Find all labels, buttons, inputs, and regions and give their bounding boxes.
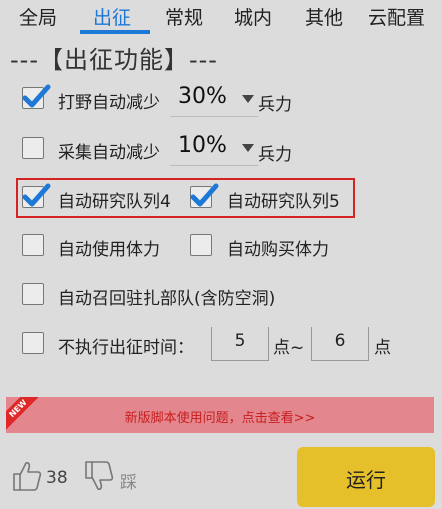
buy-stamina-checkbox[interactable]: [190, 234, 212, 256]
recall-troops-checkbox[interactable]: [22, 283, 44, 305]
tab-march[interactable]: 出征: [93, 3, 131, 30]
checkmark-icon: [22, 84, 51, 108]
dislike-label: 踩: [120, 473, 137, 493]
hour-range-separator: 点~: [273, 338, 305, 358]
field-reduce-unit: 兵力: [258, 95, 292, 115]
banner-text: 新版脚本使用问题，点击查看>>: [124, 411, 316, 426]
march-start-hour-input[interactable]: 5: [211, 327, 269, 361]
checkmark-icon: [22, 183, 51, 207]
tab-city[interactable]: 城内: [234, 3, 272, 30]
buy-stamina-label: 自动购买体力: [227, 240, 329, 260]
thumbs-down-icon[interactable]: [84, 460, 114, 492]
no-march-time-checkbox[interactable]: [22, 332, 44, 354]
tab-bar: 全局 出征 常规 城内 其他 云配置: [0, 0, 442, 34]
like-count: 38: [46, 468, 68, 488]
gather-reduce-value: 10%: [178, 133, 227, 158]
gather-reduce-checkbox[interactable]: [22, 137, 44, 159]
research-queue-4-label: 自动研究队列4: [58, 192, 171, 212]
notice-banner[interactable]: NEW 新版脚本使用问题，点击查看>>: [6, 397, 434, 433]
section-title: ---【出征功能】---: [10, 46, 218, 74]
use-stamina-label: 自动使用体力: [58, 240, 160, 260]
gather-reduce-label: 采集自动减少: [58, 143, 160, 163]
checkmark-icon: [190, 183, 219, 207]
run-button[interactable]: 运行: [297, 447, 435, 507]
tab-regular[interactable]: 常规: [165, 3, 203, 30]
dropdown-caret-icon: [242, 95, 254, 103]
march-start-hour-value: 5: [234, 331, 246, 351]
hour-unit-label: 点: [374, 338, 391, 358]
use-stamina-checkbox[interactable]: [22, 234, 44, 256]
research-queue-5-checkbox[interactable]: [190, 183, 219, 208]
research-queue-5-label: 自动研究队列5: [227, 192, 340, 212]
dropdown-caret-icon: [242, 144, 254, 152]
active-tab-indicator: [80, 30, 150, 34]
recall-troops-label: 自动召回驻扎部队(含防空洞): [58, 289, 276, 309]
field-reduce-checkbox[interactable]: [22, 84, 51, 109]
run-button-label: 运行: [346, 468, 386, 492]
field-reduce-label: 打野自动减少: [58, 93, 160, 113]
gather-reduce-unit: 兵力: [258, 145, 292, 165]
no-march-time-label: 不执行出征时间：: [58, 338, 194, 358]
tab-other[interactable]: 其他: [305, 3, 343, 30]
march-end-hour-value: 6: [334, 331, 346, 351]
gather-reduce-select[interactable]: 10%: [170, 131, 258, 166]
field-reduce-select[interactable]: 30%: [170, 82, 258, 117]
thumbs-up-icon[interactable]: [12, 460, 42, 492]
research-queue-4-checkbox[interactable]: [22, 183, 51, 208]
field-reduce-value: 30%: [178, 84, 227, 109]
march-end-hour-input[interactable]: 6: [311, 327, 369, 361]
tab-cloud-config[interactable]: 云配置: [368, 3, 425, 30]
tab-global[interactable]: 全局: [19, 3, 57, 30]
